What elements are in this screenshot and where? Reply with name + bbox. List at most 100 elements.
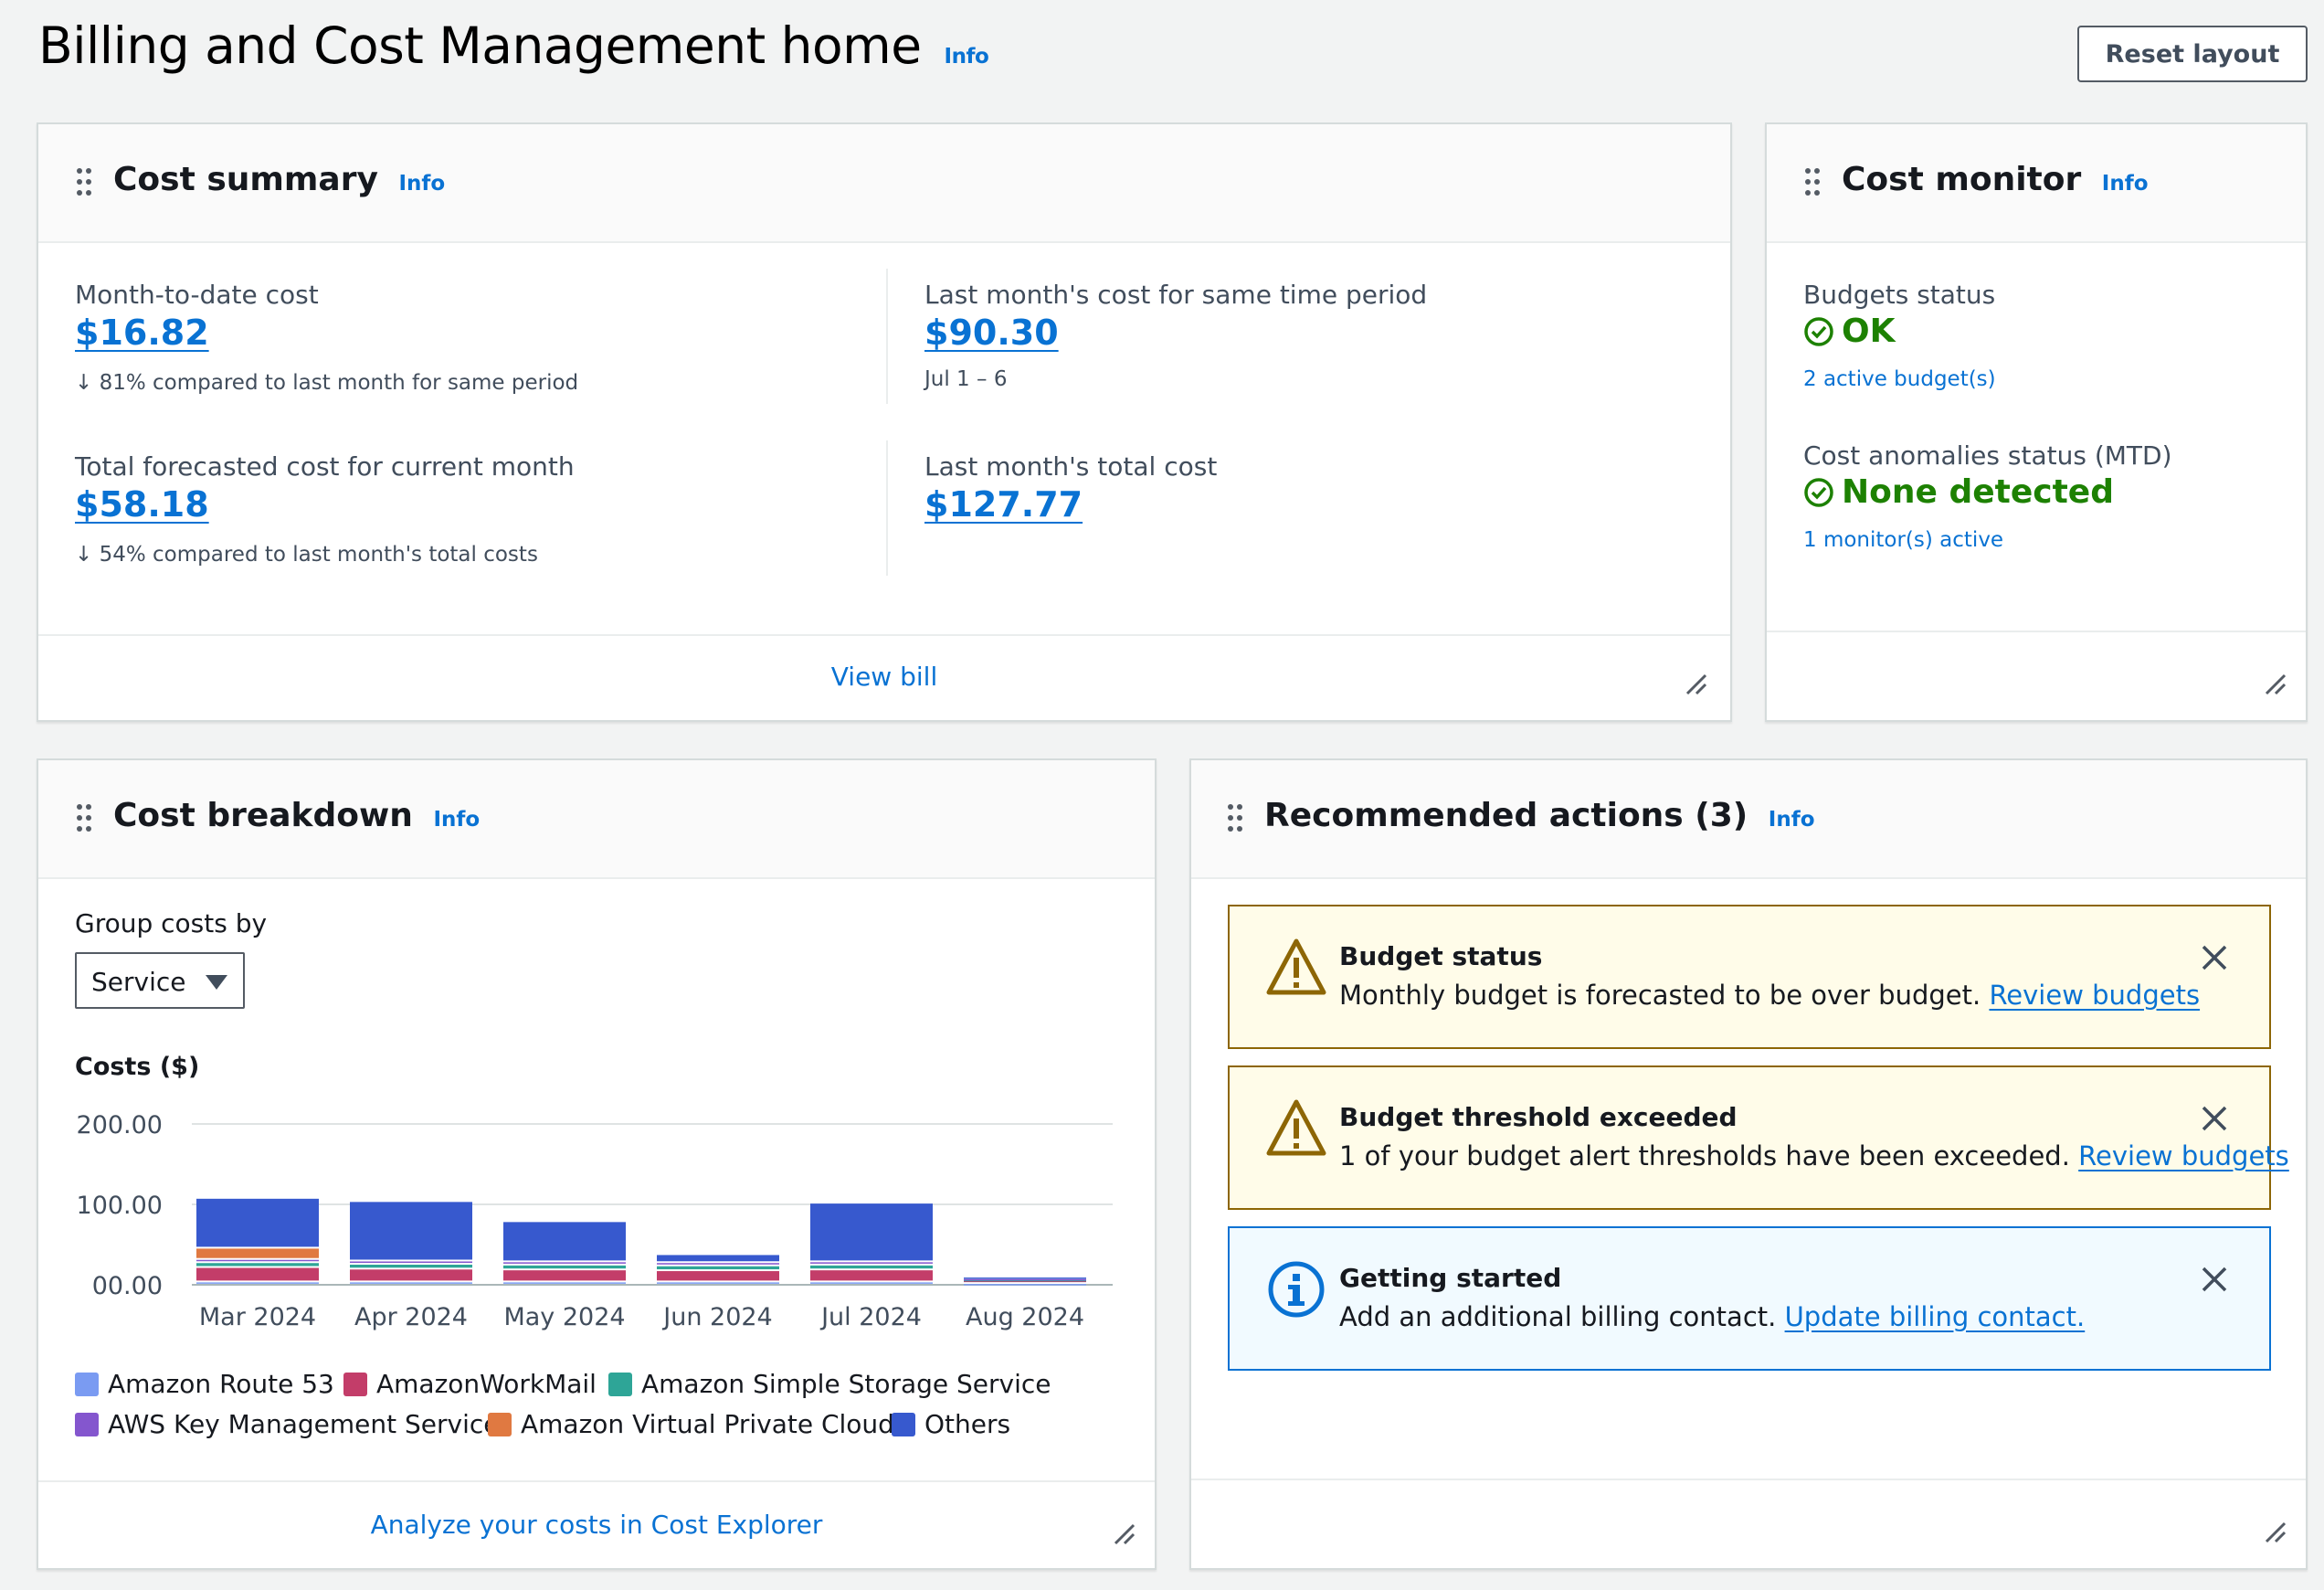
legend-item: Others xyxy=(892,1409,1010,1439)
forecast-compare-text: 54% compared to last month's total costs xyxy=(99,543,538,567)
active-budgets-link[interactable]: 2 active budget(s) xyxy=(1803,367,1996,391)
drag-handle-icon[interactable] xyxy=(77,804,91,832)
chart-bar-segment xyxy=(964,1284,1086,1286)
chart-bar-segment xyxy=(657,1263,779,1265)
active-monitors-link[interactable]: 1 monitor(s) active xyxy=(1803,528,2003,552)
alert-title: Getting started xyxy=(1339,1263,1562,1293)
chart-bar-segment xyxy=(196,1267,319,1281)
resize-handle-icon[interactable] xyxy=(1113,1522,1136,1546)
alert-budget-threshold: Budget threshold exceeded 1 of your budg… xyxy=(1228,1065,2289,1210)
review-budgets-link[interactable]: Review budgets xyxy=(1989,980,2200,1011)
legend-label: AmazonWorkMail xyxy=(376,1369,597,1399)
mtd-cost-label: Month-to-date cost xyxy=(75,280,319,310)
chart-bar-segment xyxy=(350,1265,472,1268)
close-icon[interactable] xyxy=(2200,1104,2229,1133)
cost-summary-header: Cost summary Info xyxy=(38,124,1730,243)
reset-layout-button[interactable]: Reset layout xyxy=(2077,26,2308,82)
check-circle-icon xyxy=(1804,316,1833,346)
recommended-actions-title: Recommended actions (3) Info xyxy=(1264,797,1815,834)
cost-breakdown-title: Cost breakdown Info xyxy=(113,797,480,834)
mtd-cost-value[interactable]: $16.82 xyxy=(75,313,209,353)
drag-handle-icon[interactable] xyxy=(77,168,91,196)
chart-bar-segment xyxy=(196,1248,319,1258)
arrow-down-icon: ↓ xyxy=(75,371,93,395)
x-tick-label: May 2024 xyxy=(503,1303,625,1331)
alert-title: Budget status xyxy=(1339,941,1543,971)
warning-icon xyxy=(1266,938,1326,995)
cost-explorer-link[interactable]: Analyze your costs in Cost Explorer xyxy=(38,1510,1155,1540)
x-tick-label: Apr 2024 xyxy=(354,1303,468,1331)
alert-body-text: 1 of your budget alert thresholds have b… xyxy=(1339,1140,2070,1171)
last-same-period-value[interactable]: $90.30 xyxy=(924,313,1059,353)
chart-bar-segment xyxy=(503,1282,626,1284)
chart-bar-segment xyxy=(810,1203,933,1261)
group-by-value: Service xyxy=(91,967,186,997)
page-title: Billing and Cost Management home Info xyxy=(38,16,989,75)
chart-bar-segment xyxy=(503,1262,626,1264)
review-budgets-link[interactable]: Review budgets xyxy=(2078,1140,2289,1171)
legend-item: Amazon Virtual Private Cloud xyxy=(488,1409,894,1439)
cost-summary-footer: View bill xyxy=(38,634,1730,720)
cost-monitor-footer xyxy=(1767,631,2306,720)
legend-label: Amazon Route 53 xyxy=(108,1369,334,1399)
legend-swatch xyxy=(75,1372,99,1396)
chart-bar-segment xyxy=(350,1202,472,1260)
chart-bar-segment xyxy=(196,1263,319,1267)
close-icon[interactable] xyxy=(2200,943,2229,972)
cost-monitor-header: Cost monitor Info xyxy=(1767,124,2306,243)
close-icon[interactable] xyxy=(2200,1265,2229,1294)
chart-bar-segment xyxy=(810,1282,933,1284)
forecast-cost-value[interactable]: $58.18 xyxy=(75,484,209,525)
recommended-actions-footer xyxy=(1191,1479,2306,1568)
chart-bar-segment xyxy=(503,1265,626,1269)
chart-bar-segment xyxy=(657,1282,779,1284)
page-info-link[interactable]: Info xyxy=(945,45,989,69)
chart-bar-segment xyxy=(350,1269,472,1281)
x-tick-label: Mar 2024 xyxy=(199,1303,316,1331)
legend-item: Amazon Simple Storage Service xyxy=(608,1369,1051,1399)
mtd-compare-text: 81% compared to last month for same peri… xyxy=(99,371,579,395)
legend-label: Amazon Simple Storage Service xyxy=(641,1369,1051,1399)
alert-body-text: Monthly budget is forecasted to be over … xyxy=(1339,980,1981,1011)
update-billing-contact-link[interactable]: Update billing contact. xyxy=(1785,1301,2086,1332)
cost-breakdown-footer: Analyze your costs in Cost Explorer xyxy=(38,1480,1155,1568)
chart-bar-segment xyxy=(196,1282,319,1284)
legend-swatch xyxy=(892,1412,915,1436)
cost-summary-card: Cost summary Info Month-to-date cost $16… xyxy=(37,122,1732,722)
alert-title: Budget threshold exceeded xyxy=(1339,1102,1738,1132)
last-total-value[interactable]: $127.77 xyxy=(924,484,1083,525)
cost-monitor-info-link[interactable]: Info xyxy=(2102,172,2149,196)
resize-handle-icon[interactable] xyxy=(2264,673,2287,696)
resize-handle-icon[interactable] xyxy=(2264,1521,2287,1544)
cost-breakdown-header: Cost breakdown Info xyxy=(38,760,1155,879)
group-by-select[interactable]: Service xyxy=(75,952,245,1009)
recommended-actions-info-link[interactable]: Info xyxy=(1769,808,1815,832)
check-circle-icon xyxy=(1804,477,1833,507)
chart-bar-segment xyxy=(810,1262,933,1264)
view-bill-link[interactable]: View bill xyxy=(38,662,1730,692)
drag-handle-icon[interactable] xyxy=(1228,804,1242,832)
arrow-down-icon: ↓ xyxy=(75,543,93,567)
legend-item: AWS Key Management Service xyxy=(75,1409,499,1439)
legend-label: AWS Key Management Service xyxy=(108,1409,500,1439)
chart-bar-segment xyxy=(196,1198,319,1247)
last-same-period-label: Last month's cost for same time period xyxy=(924,280,1428,310)
resize-handle-icon[interactable] xyxy=(1685,673,1708,696)
alert-body-text: Add an additional billing contact. xyxy=(1339,1301,1777,1332)
forecast-cost-label: Total forecasted cost for current month xyxy=(75,451,575,482)
legend-swatch xyxy=(608,1372,632,1396)
chart-bar-segment xyxy=(657,1255,779,1262)
y-tick-label: 200.00 xyxy=(77,1111,163,1140)
column-divider xyxy=(886,440,888,576)
alert-body: Add an additional billing contact. Updat… xyxy=(1339,1301,2085,1332)
cost-monitor-card: Cost monitor Info Budgets status OK 2 ac… xyxy=(1765,122,2308,722)
cost-summary-info-link[interactable]: Info xyxy=(398,172,445,196)
last-total-label: Last month's total cost xyxy=(924,451,1218,482)
forecast-compare: ↓ 54% compared to last month's total cos… xyxy=(75,543,538,567)
chart-bar-segment xyxy=(196,1259,319,1262)
cost-breakdown-info-link[interactable]: Info xyxy=(433,808,480,832)
chart-bar-segment xyxy=(657,1266,779,1270)
drag-handle-icon[interactable] xyxy=(1805,168,1820,196)
legend-swatch xyxy=(75,1412,99,1436)
alert-body: Monthly budget is forecasted to be over … xyxy=(1339,980,2200,1011)
